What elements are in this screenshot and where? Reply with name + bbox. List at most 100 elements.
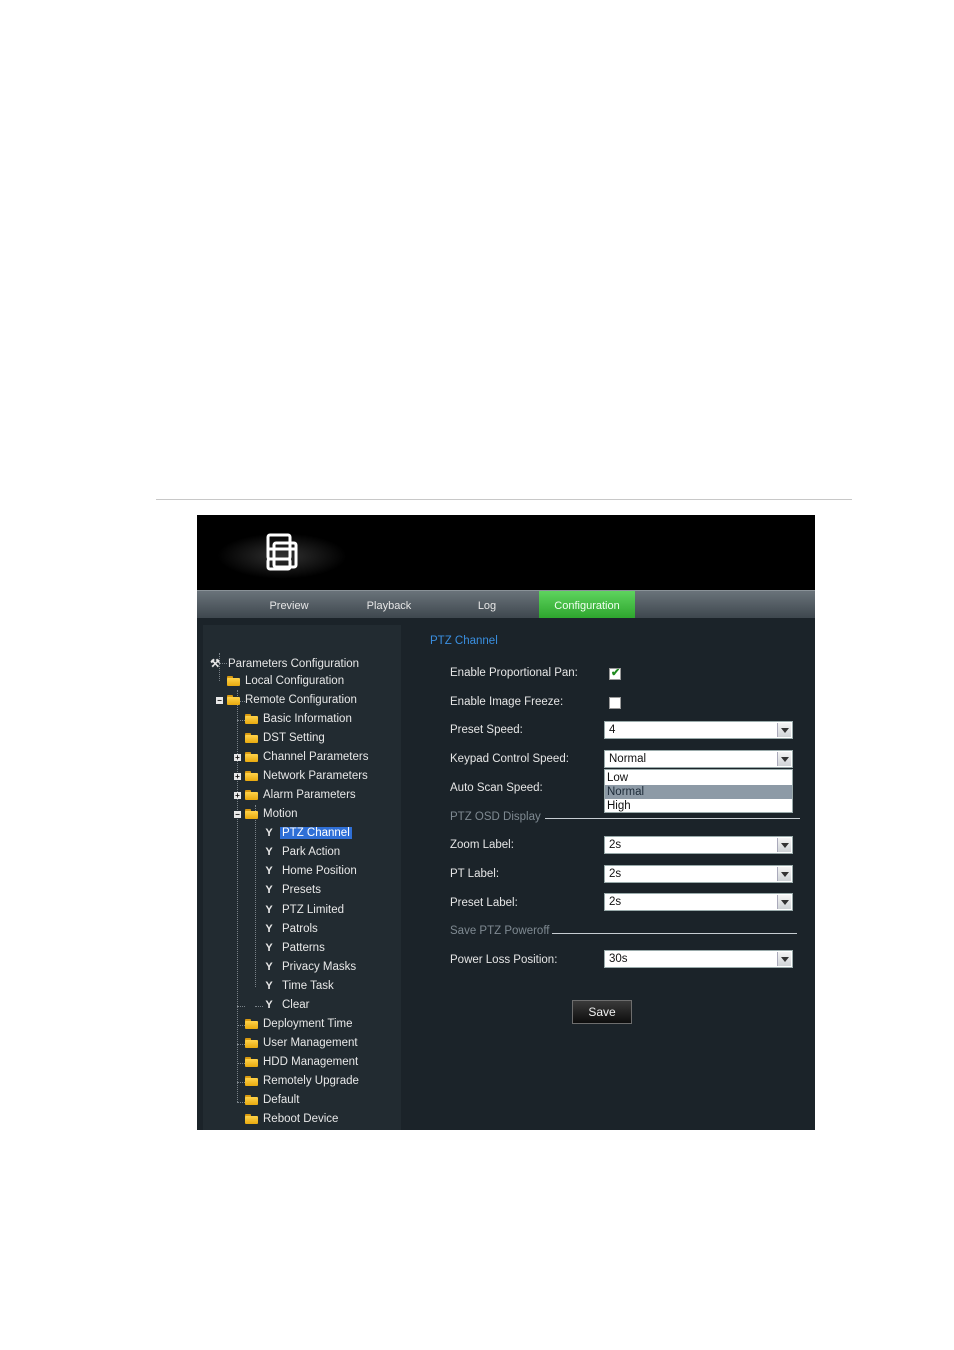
enable-proportional-pan-label: Enable Proportional Pan: bbox=[450, 667, 578, 679]
tree-item-label: Deployment Time bbox=[263, 1017, 353, 1030]
tree-item-label: Clear bbox=[282, 998, 310, 1011]
tree-item-default[interactable]: Default bbox=[245, 1091, 301, 1108]
folder-icon bbox=[245, 751, 258, 762]
tab-log[interactable]: Log bbox=[447, 591, 527, 618]
folder-icon bbox=[245, 732, 258, 743]
chevron-down-icon[interactable] bbox=[777, 895, 791, 909]
tree-item-label: Reboot Device bbox=[263, 1112, 339, 1125]
power-loss-position-select[interactable]: 30s bbox=[604, 950, 793, 968]
tree-connector bbox=[237, 720, 245, 721]
folder-icon bbox=[245, 1018, 258, 1029]
preset-label-select[interactable]: 2s bbox=[604, 893, 793, 911]
enable-image-freeze-checkbox[interactable] bbox=[609, 697, 621, 709]
preset-label-value: 2s bbox=[609, 896, 622, 908]
keypad-control-speed-select[interactable]: Normal bbox=[604, 750, 793, 768]
chevron-down-icon[interactable] bbox=[777, 752, 791, 766]
tree-item-remotely-upgrade[interactable]: Remotely Upgrade bbox=[245, 1072, 361, 1089]
tree-item-label: Basic Information bbox=[263, 712, 352, 725]
chevron-down-icon[interactable] bbox=[777, 838, 791, 852]
tree-item-channel-parameters[interactable]: Channel Parameters bbox=[245, 748, 370, 765]
tree-item-privacy-masks[interactable]: Y Privacy Masks bbox=[263, 958, 358, 975]
tree-item-park-action[interactable]: Y Park Action bbox=[263, 843, 342, 860]
chevron-down-icon[interactable] bbox=[777, 723, 791, 737]
dropdown-option-low[interactable]: Low bbox=[605, 771, 792, 785]
tree-item-network-parameters[interactable]: Network Parameters bbox=[245, 767, 370, 784]
ptz-icon: Y bbox=[265, 960, 273, 973]
save-ptz-poweroff-section: Save PTZ Poweroff bbox=[450, 925, 550, 937]
tree-item-clear[interactable]: Y Clear bbox=[263, 996, 311, 1013]
save-button[interactable]: Save bbox=[572, 1000, 632, 1024]
tree-item-dst-setting[interactable]: DST Setting bbox=[245, 729, 327, 746]
folder-icon bbox=[227, 694, 240, 705]
enable-proportional-pan-checkbox[interactable]: ✔ bbox=[609, 667, 621, 680]
tree-item-label: PTZ Channel bbox=[280, 826, 352, 839]
folder-icon bbox=[245, 789, 258, 800]
tree-item-label: Time Task bbox=[282, 979, 334, 992]
tree-item-patrols[interactable]: Y Patrols bbox=[263, 920, 320, 937]
folder-icon bbox=[245, 1094, 258, 1105]
zoom-label-select[interactable]: 2s bbox=[604, 836, 793, 854]
ptz-icon: Y bbox=[265, 922, 273, 935]
tree-item-motion[interactable]: Motion bbox=[245, 805, 300, 822]
tree-item-label: HDD Management bbox=[263, 1055, 359, 1068]
page-divider bbox=[156, 499, 852, 500]
ptz-icon: Y bbox=[265, 883, 273, 896]
collapse-icon[interactable]: − bbox=[234, 811, 241, 819]
ptz-icon: Y bbox=[265, 864, 273, 877]
power-loss-position-value: 30s bbox=[609, 953, 628, 965]
tree-item-label: Alarm Parameters bbox=[263, 788, 356, 801]
tree-item-label: DST Setting bbox=[263, 731, 325, 744]
tree-connector bbox=[255, 1006, 263, 1007]
expand-icon[interactable]: + bbox=[234, 773, 241, 781]
tree-item-label: Patterns bbox=[282, 941, 325, 954]
dropdown-option-high[interactable]: High bbox=[605, 799, 792, 813]
tree-item-user-management[interactable]: User Management bbox=[245, 1034, 360, 1051]
folder-icon bbox=[245, 770, 258, 781]
section-divider bbox=[552, 933, 797, 934]
preset-speed-value: 4 bbox=[609, 724, 616, 736]
tree-connector bbox=[237, 1082, 245, 1083]
preset-speed-select[interactable]: 4 bbox=[604, 721, 793, 739]
tree-item-deployment-time[interactable]: Deployment Time bbox=[245, 1015, 354, 1032]
chevron-down-icon[interactable] bbox=[777, 952, 791, 966]
tree-item-patterns[interactable]: Y Patterns bbox=[263, 939, 327, 956]
collapse-icon[interactable]: − bbox=[216, 697, 223, 705]
ptz-icon: Y bbox=[265, 845, 273, 858]
tree-connector bbox=[237, 1063, 245, 1064]
tree-item-time-task[interactable]: Y Time Task bbox=[263, 977, 336, 994]
dropdown-option-normal[interactable]: Normal bbox=[605, 785, 792, 799]
tab-preview[interactable]: Preview bbox=[249, 591, 329, 618]
expand-icon[interactable]: + bbox=[234, 754, 241, 762]
header bbox=[197, 515, 815, 590]
tree-item-presets[interactable]: Y Presets bbox=[263, 881, 323, 898]
power-loss-position-label: Power Loss Position: bbox=[450, 954, 558, 966]
tree-item-home-position[interactable]: Y Home Position bbox=[263, 862, 359, 879]
checkmark-icon: ✔ bbox=[611, 667, 621, 679]
chevron-down-icon[interactable] bbox=[777, 867, 791, 881]
tab-playback[interactable]: Playback bbox=[349, 591, 429, 618]
preset-label-label: Preset Label: bbox=[450, 897, 518, 909]
tree-connector bbox=[237, 1006, 245, 1007]
tree-item-basic-information[interactable]: Basic Information bbox=[245, 710, 354, 727]
folder-icon bbox=[245, 808, 258, 819]
preset-speed-label: Preset Speed: bbox=[450, 724, 523, 736]
folder-icon bbox=[245, 1075, 258, 1086]
tree-item-label: Privacy Masks bbox=[282, 960, 357, 973]
ptz-icon: Y bbox=[265, 826, 273, 839]
tree-connector bbox=[237, 1044, 245, 1045]
tree-item-local-configuration[interactable]: Local Configuration bbox=[227, 672, 346, 689]
folder-icon bbox=[245, 713, 258, 724]
tree-item-label: User Management bbox=[263, 1036, 358, 1049]
tab-configuration[interactable]: Configuration bbox=[539, 591, 635, 618]
tree-item-ptz-limited[interactable]: Y PTZ Limited bbox=[263, 901, 346, 918]
tree-item-hdd-management[interactable]: HDD Management bbox=[245, 1053, 360, 1070]
tree-item-remote-configuration[interactable]: Remote Configuration bbox=[227, 691, 359, 708]
tree-item-label: Network Parameters bbox=[263, 769, 368, 782]
tree-item-reboot-device[interactable]: Reboot Device bbox=[245, 1110, 340, 1127]
tree-item-ptz-channel[interactable]: Y PTZ Channel bbox=[263, 824, 352, 841]
tree-root[interactable]: ⚒ Parameters Configuration bbox=[209, 655, 361, 672]
tree-item-alarm-parameters[interactable]: Alarm Parameters bbox=[245, 786, 358, 803]
expand-icon[interactable]: + bbox=[234, 792, 241, 800]
settings-wrench-icon: ⚒ bbox=[210, 658, 220, 670]
pt-label-select[interactable]: 2s bbox=[604, 865, 793, 883]
